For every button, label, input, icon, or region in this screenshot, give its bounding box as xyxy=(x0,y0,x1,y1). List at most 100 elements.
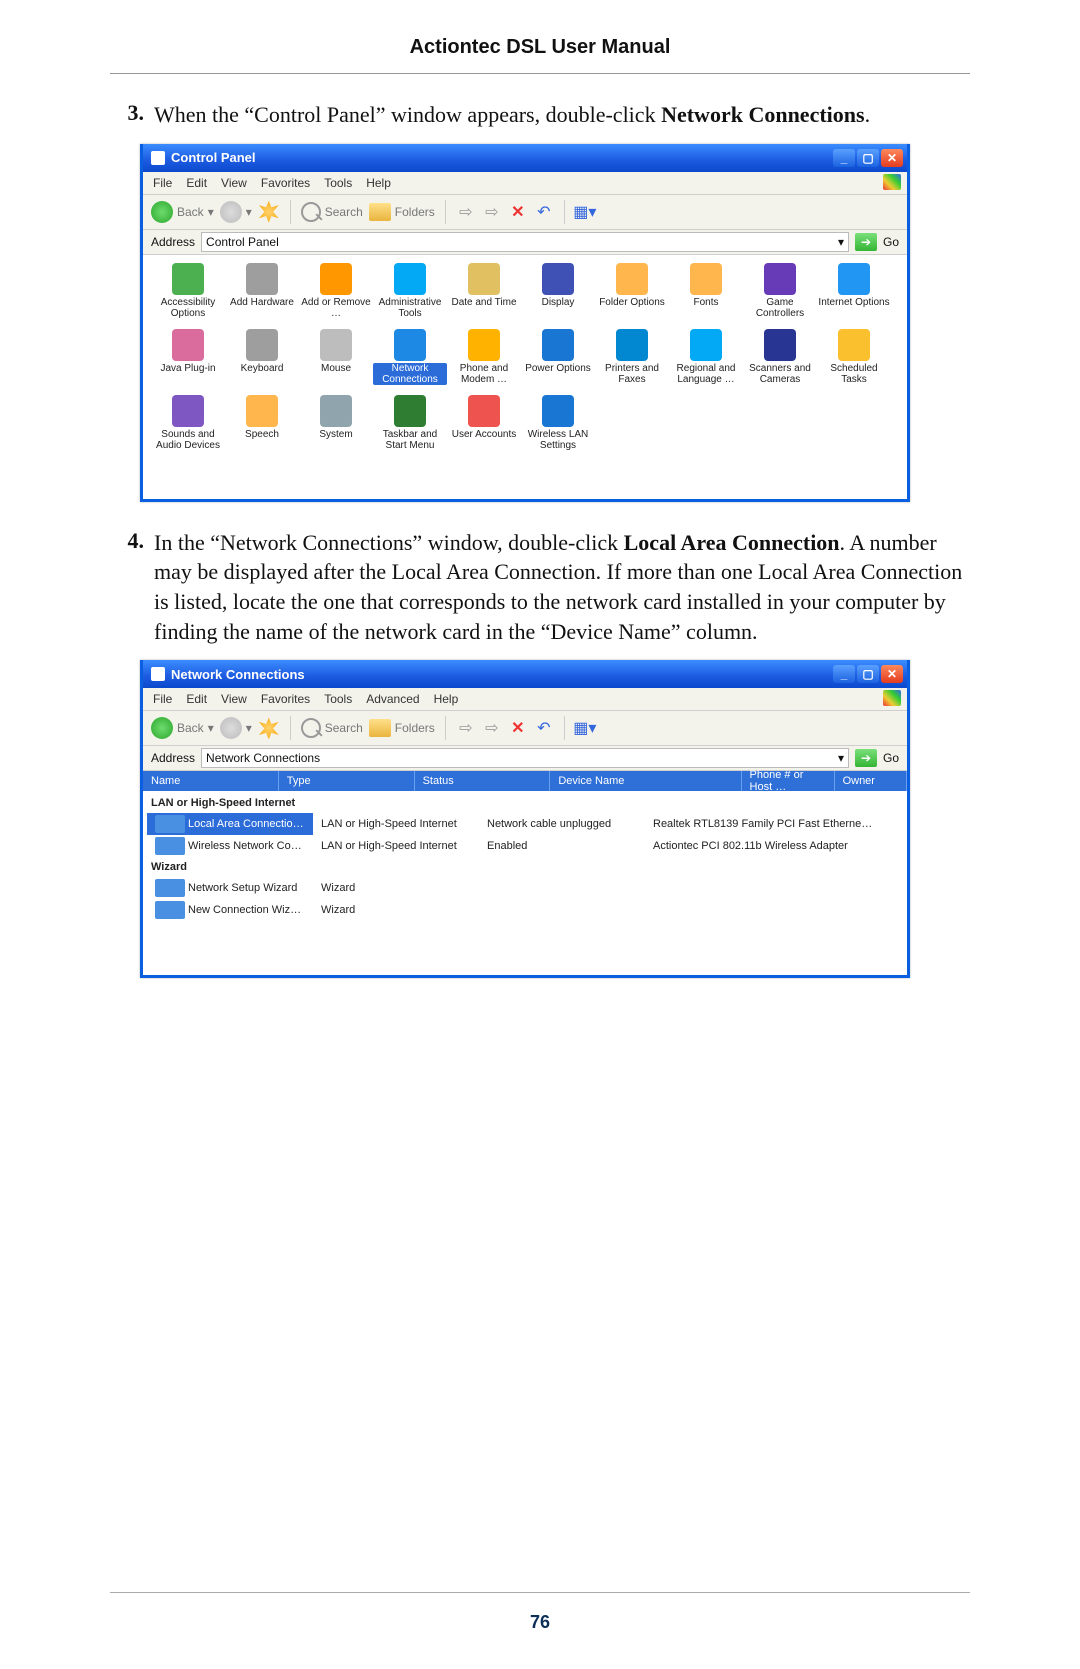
minimize-button[interactable]: _ xyxy=(833,665,855,683)
column-header[interactable]: Name xyxy=(143,771,279,791)
menu-favorites[interactable]: Favorites xyxy=(261,692,310,706)
menu-tools[interactable]: Tools xyxy=(324,692,352,706)
step-number: 4. xyxy=(110,528,154,647)
cp-item-label: Sounds and Audio Devices xyxy=(151,429,225,451)
cp-item[interactable]: Java Plug-in xyxy=(151,327,225,393)
cp-item[interactable]: Wireless LAN Settings xyxy=(521,393,595,459)
back-button[interactable]: Back▾ xyxy=(151,201,214,223)
menubar: File Edit View Favorites Tools Help xyxy=(143,172,907,195)
cp-item[interactable]: Mouse xyxy=(299,327,373,393)
cp-item[interactable]: Power Options xyxy=(521,327,595,393)
cp-item[interactable]: Add Hardware xyxy=(225,261,299,327)
search-button[interactable]: Search xyxy=(301,718,363,738)
go-button[interactable]: ➔ xyxy=(855,233,877,251)
page-number: 76 xyxy=(0,1612,1080,1633)
address-field[interactable]: Control Panel▾ xyxy=(201,232,849,252)
cell: Local Area Connection 5 xyxy=(147,813,313,835)
cp-item-icon xyxy=(542,263,574,295)
menu-help[interactable]: Help xyxy=(366,176,391,190)
cp-item[interactable]: Administrative Tools xyxy=(373,261,447,327)
column-header[interactable]: Owner xyxy=(835,771,907,791)
folders-button[interactable]: Folders xyxy=(369,719,435,737)
folders-button[interactable]: Folders xyxy=(369,203,435,221)
menu-tools[interactable]: Tools xyxy=(324,176,352,190)
cp-item[interactable]: Add or Remove … xyxy=(299,261,373,327)
cp-item[interactable]: Scanners and Cameras xyxy=(743,327,817,393)
delete-icon[interactable]: ✕ xyxy=(508,718,528,738)
menu-edit[interactable]: Edit xyxy=(186,176,207,190)
minimize-button[interactable]: _ xyxy=(833,149,855,167)
close-button[interactable]: ✕ xyxy=(881,665,903,683)
column-header[interactable]: Status xyxy=(415,771,551,791)
up-button[interactable] xyxy=(258,717,280,739)
back-button[interactable]: Back▾ xyxy=(151,717,214,739)
cell xyxy=(479,886,645,890)
cp-item[interactable]: Network Connections xyxy=(373,327,447,393)
network-connections-window: Network Connections _ ▢ ✕ FileEditViewFa… xyxy=(140,660,910,978)
cp-item-icon xyxy=(246,263,278,295)
column-header[interactable]: Type xyxy=(279,771,415,791)
cp-item[interactable]: Printers and Faxes xyxy=(595,327,669,393)
forward-button[interactable]: ▾ xyxy=(220,717,252,739)
go-button[interactable]: ➔ xyxy=(855,749,877,767)
cp-item[interactable]: Display xyxy=(521,261,595,327)
cp-item[interactable]: Sounds and Audio Devices xyxy=(151,393,225,459)
menu-file[interactable]: File xyxy=(153,692,172,706)
connection-row[interactable]: Network Setup WizardWizard xyxy=(147,877,907,899)
cp-item[interactable]: System xyxy=(299,393,373,459)
connection-row[interactable]: Wireless Network Connection 4LAN or High… xyxy=(147,835,907,857)
cell: Wizard xyxy=(313,902,479,918)
column-header[interactable]: Phone # or Host … xyxy=(742,771,835,791)
delete-icon[interactable]: ✕ xyxy=(508,202,528,222)
connection-row[interactable]: Local Area Connection 5LAN or High-Speed… xyxy=(147,813,907,835)
details-body: LAN or High-Speed InternetLocal Area Con… xyxy=(143,791,907,975)
views-button[interactable]: ▦▾ xyxy=(575,718,595,738)
move-to-icon[interactable]: ⇨ xyxy=(456,202,476,222)
cp-item[interactable]: User Accounts xyxy=(447,393,521,459)
menu-help[interactable]: Help xyxy=(434,692,459,706)
menu-edit[interactable]: Edit xyxy=(186,692,207,706)
maximize-button[interactable]: ▢ xyxy=(857,149,879,167)
cp-item[interactable]: Speech xyxy=(225,393,299,459)
cp-item[interactable]: Phone and Modem … xyxy=(447,327,521,393)
cp-item[interactable]: Date and Time xyxy=(447,261,521,327)
cell xyxy=(881,886,907,890)
menu-file[interactable]: File xyxy=(153,176,172,190)
copy-to-icon[interactable]: ⇨ xyxy=(482,202,502,222)
cp-item-icon xyxy=(394,263,426,295)
undo-icon[interactable]: ↶ xyxy=(534,202,554,222)
cp-item[interactable]: Accessibility Options xyxy=(151,261,225,327)
maximize-button[interactable]: ▢ xyxy=(857,665,879,683)
views-button[interactable]: ▦▾ xyxy=(575,202,595,222)
cp-item-label: Speech xyxy=(245,429,279,440)
menu-view[interactable]: View xyxy=(221,692,247,706)
cell: LAN or High-Speed Internet xyxy=(313,816,479,832)
connection-row[interactable]: New Connection WizardWizard xyxy=(147,899,907,921)
cp-item[interactable]: Scheduled Tasks xyxy=(817,327,891,393)
cp-item[interactable]: Internet Options xyxy=(817,261,891,327)
menu-favorites[interactable]: Favorites xyxy=(261,176,310,190)
undo-icon[interactable]: ↶ xyxy=(534,718,554,738)
cp-item[interactable]: Fonts xyxy=(669,261,743,327)
menu-view[interactable]: View xyxy=(221,176,247,190)
details-header[interactable]: NameTypeStatusDevice NamePhone # or Host… xyxy=(143,771,907,791)
forward-button[interactable]: ▾ xyxy=(220,201,252,223)
cp-item[interactable]: Regional and Language … xyxy=(669,327,743,393)
move-to-icon[interactable]: ⇨ xyxy=(456,718,476,738)
column-header[interactable]: Device Name xyxy=(550,771,741,791)
menu-advanced[interactable]: Advanced xyxy=(366,692,419,706)
up-button[interactable] xyxy=(258,201,280,223)
copy-to-icon[interactable]: ⇨ xyxy=(482,718,502,738)
windows-flag-icon xyxy=(883,174,901,190)
chevron-down-icon[interactable]: ▾ xyxy=(838,751,844,765)
address-field[interactable]: Network Connections▾ xyxy=(201,748,849,768)
close-button[interactable]: ✕ xyxy=(881,149,903,167)
cp-item[interactable]: Taskbar and Start Menu xyxy=(373,393,447,459)
cp-item[interactable]: Game Controllers xyxy=(743,261,817,327)
step-4: 4. In the “Network Connections” window, … xyxy=(110,528,970,647)
cp-item[interactable]: Folder Options xyxy=(595,261,669,327)
cp-item-icon xyxy=(172,329,204,361)
chevron-down-icon[interactable]: ▾ xyxy=(838,235,844,249)
cp-item[interactable]: Keyboard xyxy=(225,327,299,393)
search-button[interactable]: Search xyxy=(301,202,363,222)
